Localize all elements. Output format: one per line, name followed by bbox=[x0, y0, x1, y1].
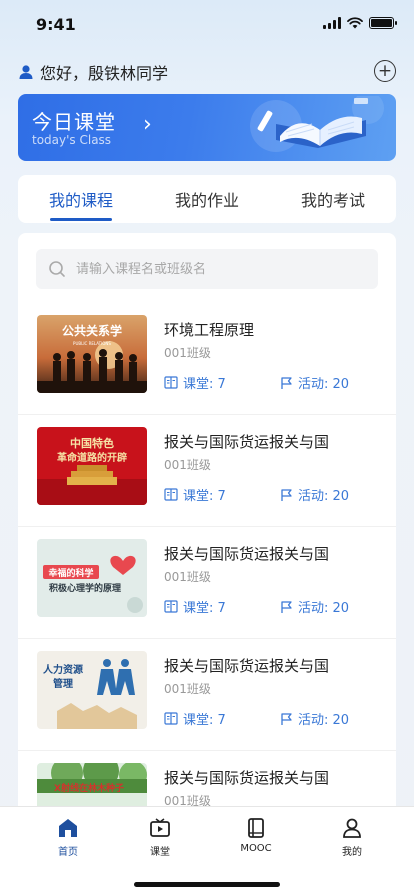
battery-icon bbox=[369, 17, 397, 29]
thumb-text: 中国特色 bbox=[70, 436, 114, 450]
course-lessons: 课堂: 7 bbox=[164, 373, 226, 392]
course-item[interactable]: 幸福的科学 积极心理学的原理 报关与国际货运报关与国 001班级 课堂: 7 活… bbox=[18, 527, 396, 639]
tabbar-label: MOOC bbox=[240, 843, 272, 854]
course-activities: 活动: 20 bbox=[280, 485, 349, 504]
add-button[interactable]: + bbox=[374, 60, 396, 82]
greeting: 您好，殷铁林同学 bbox=[18, 60, 168, 84]
flag-icon bbox=[281, 600, 292, 613]
course-class: 001班级 bbox=[164, 458, 211, 472]
activities-count: 活动: 20 bbox=[298, 377, 350, 392]
greeting-text: 您好，殷铁林同学 bbox=[40, 64, 169, 83]
search-input[interactable] bbox=[76, 261, 356, 277]
course-item[interactable]: 公共关系学 PUBLIC RELATIONS 环境工程原理 001班级 课堂: … bbox=[18, 303, 396, 415]
tabbar-item-classroom[interactable]: 课堂 bbox=[130, 817, 190, 858]
thumb-subtext: 积极心理学的原理 bbox=[49, 582, 121, 594]
tabbar-label: 我的 bbox=[342, 847, 362, 858]
open-book-illustration bbox=[250, 96, 384, 152]
open-book-icon bbox=[164, 488, 178, 501]
open-book-icon bbox=[164, 600, 178, 613]
course-class: 001班级 bbox=[164, 570, 211, 584]
flag-icon bbox=[281, 376, 292, 389]
flag-icon bbox=[281, 488, 292, 501]
tabbar-item-profile[interactable]: 我的 bbox=[322, 817, 382, 858]
course-activities: 活动: 20 bbox=[280, 597, 349, 616]
thumb-subtext: 革命道路的开辟 bbox=[57, 451, 127, 464]
status-icons bbox=[323, 17, 397, 29]
course-title: 报关与国际货运报关与国 bbox=[164, 769, 330, 787]
thumb-text: 人力资源 bbox=[43, 663, 83, 676]
chevron-right-icon: › bbox=[143, 112, 152, 137]
status-time: 9:41 bbox=[36, 15, 76, 34]
course-thumbnail: 幸福的科学 积极心理学的原理 bbox=[37, 539, 147, 617]
tabbar-item-home[interactable]: 首页 bbox=[38, 817, 98, 858]
lessons-count: 课堂: 7 bbox=[183, 377, 226, 392]
search-bar[interactable] bbox=[36, 249, 378, 289]
course-class: 001班级 bbox=[164, 346, 211, 360]
course-title: 报关与国际货运报关与国 bbox=[164, 657, 330, 675]
course-list: 公共关系学 PUBLIC RELATIONS 环境工程原理 001班级 课堂: … bbox=[18, 233, 396, 833]
banner-subtitle: today's Class bbox=[32, 133, 112, 147]
tabbar-item-mooc[interactable]: MOOC bbox=[226, 817, 286, 854]
lessons-count: 课堂: 7 bbox=[183, 489, 226, 504]
course-title: 环境工程原理 bbox=[164, 321, 255, 339]
course-tabs: 我的课程 我的作业 我的考试 bbox=[18, 175, 396, 223]
wifi-icon bbox=[347, 17, 363, 29]
thumb-subtext: PUBLIC RELATIONS bbox=[73, 341, 111, 346]
course-activities: 活动: 20 bbox=[280, 709, 349, 728]
course-title: 报关与国际货运报关与国 bbox=[164, 545, 330, 563]
activities-count: 活动: 20 bbox=[298, 489, 350, 504]
signal-icon bbox=[323, 17, 341, 29]
tabbar-label: 首页 bbox=[58, 847, 78, 858]
course-activities: 活动: 20 bbox=[280, 373, 349, 392]
course-item[interactable]: 人力资源 管理 报关与国际货运报关与国 001班级 课堂: 7 活动: 20 bbox=[18, 639, 396, 751]
activities-count: 活动: 20 bbox=[298, 713, 350, 728]
banner-title: 今日课堂 bbox=[32, 110, 116, 134]
tabbar-label: 课堂 bbox=[150, 847, 170, 858]
course-thumbnail: 人力资源 管理 bbox=[37, 651, 147, 729]
tab-my-exams[interactable]: 我的考试 bbox=[270, 175, 396, 223]
flag-icon bbox=[281, 712, 292, 725]
course-thumbnail: 中国特色 革命道路的开辟 bbox=[37, 427, 147, 505]
course-lessons: 课堂: 7 bbox=[164, 709, 226, 728]
tab-my-courses[interactable]: 我的课程 bbox=[18, 175, 144, 223]
bottom-tab-bar: 首页 课堂 MOOC 我的 bbox=[0, 806, 414, 896]
thumb-text: X射线在林木种子 bbox=[54, 782, 124, 794]
book-icon bbox=[248, 818, 264, 838]
plus-icon: + bbox=[377, 60, 393, 81]
course-class: 001班级 bbox=[164, 682, 211, 696]
open-book-icon bbox=[164, 376, 178, 389]
lessons-count: 课堂: 7 bbox=[183, 601, 226, 616]
thumb-text: 幸福的科学 bbox=[48, 567, 93, 579]
thumb-text: 公共关系学 bbox=[62, 323, 122, 338]
classroom-icon bbox=[150, 818, 170, 837]
home-indicator bbox=[134, 882, 280, 887]
course-thumbnail: 公共关系学 PUBLIC RELATIONS bbox=[37, 315, 147, 393]
profile-icon bbox=[343, 818, 361, 838]
activities-count: 活动: 20 bbox=[298, 601, 350, 616]
open-book-icon bbox=[164, 712, 178, 725]
course-lessons: 课堂: 7 bbox=[164, 597, 226, 616]
search-icon bbox=[49, 261, 65, 277]
lessons-count: 课堂: 7 bbox=[183, 713, 226, 728]
user-icon bbox=[19, 65, 33, 79]
home-icon bbox=[59, 819, 77, 837]
thumb-subtext: 管理 bbox=[53, 677, 73, 690]
today-class-banner[interactable]: 今日课堂 today's Class › bbox=[18, 94, 396, 161]
course-lessons: 课堂: 7 bbox=[164, 485, 226, 504]
course-item[interactable]: 中国特色 革命道路的开辟 报关与国际货运报关与国 001班级 课堂: 7 活动:… bbox=[18, 415, 396, 527]
tab-my-homework[interactable]: 我的作业 bbox=[144, 175, 270, 223]
course-title: 报关与国际货运报关与国 bbox=[164, 433, 330, 451]
status-bar: 9:41 bbox=[0, 0, 414, 48]
